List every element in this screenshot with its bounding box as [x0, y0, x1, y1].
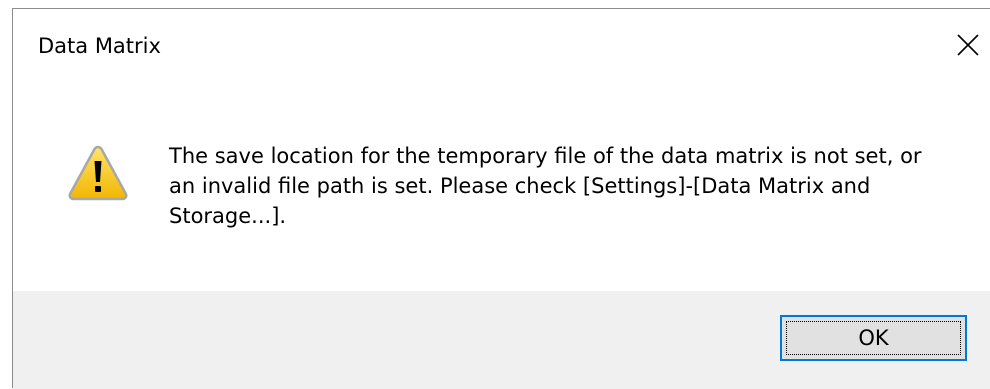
ok-button[interactable]: OK	[780, 315, 967, 361]
ok-button-label: OK	[858, 326, 889, 350]
window-title: Data Matrix	[38, 34, 161, 58]
warning-icon	[68, 145, 128, 201]
dialog-content: The save location for the temporary file…	[13, 83, 990, 291]
message-dialog: Data Matrix The save location for the te…	[12, 8, 990, 389]
title-bar[interactable]: Data Matrix	[13, 9, 990, 83]
close-icon	[957, 34, 979, 56]
message-text: The save location for the temporary file…	[169, 144, 922, 228]
button-bar: OK	[13, 291, 990, 389]
close-button[interactable]	[946, 23, 990, 67]
